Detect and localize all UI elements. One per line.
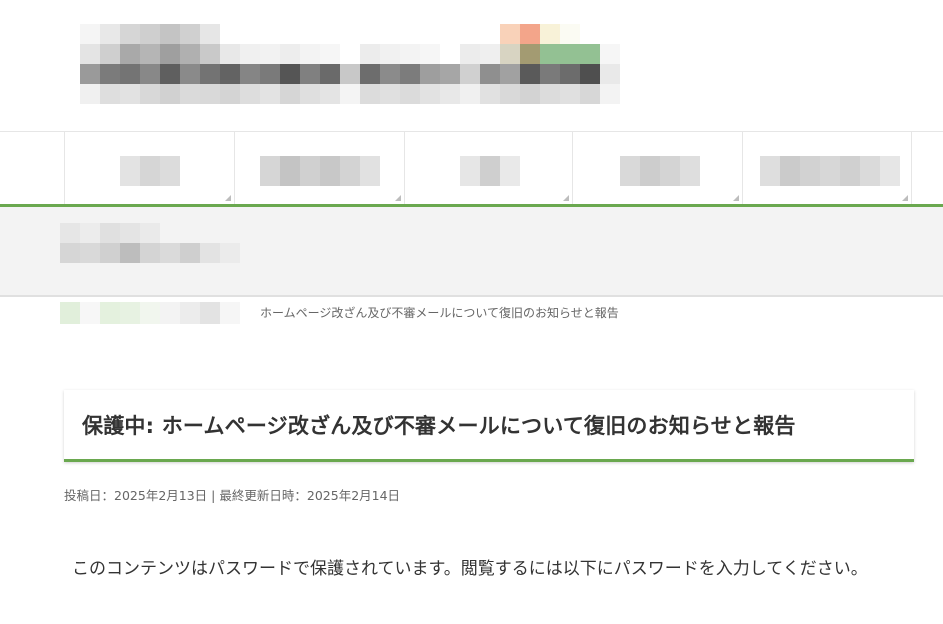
- nav-item-3-label: [460, 156, 520, 186]
- article-title-box: 保護中: ホームページ改ざん及び不審メールについて復旧のお知らせと報告: [64, 390, 914, 462]
- breadcrumb-current: ホームページ改ざん及び不審メールについて復旧のお知らせと報告: [260, 306, 619, 320]
- post-meta: 投稿日：2025年2月13日 | 最終更新日時：2025年2月14日: [64, 485, 400, 504]
- corner-indicator-icon: [733, 195, 739, 201]
- updated-date: 2025年2月14日: [306, 488, 401, 503]
- global-nav: [0, 131, 943, 205]
- updated-label: 最終更新日時：: [219, 488, 307, 503]
- posted-date: 2025年2月13日: [114, 488, 208, 503]
- posted-label: 投稿日：: [64, 488, 115, 503]
- corner-indicator-icon: [563, 195, 569, 201]
- page-header-title: [60, 223, 240, 263]
- article-title: 保護中: ホームページ改ざん及び不審メールについて復旧のお知らせと報告: [82, 414, 796, 438]
- nav-item-2[interactable]: [234, 132, 404, 205]
- nav-item-3[interactable]: [404, 132, 572, 205]
- meta-separator: |: [211, 488, 216, 503]
- nav-item-1-label: [120, 156, 180, 186]
- nav-item-5-label: [760, 156, 900, 186]
- nav-item-4-label: [620, 156, 700, 186]
- site-logo[interactable]: [80, 24, 620, 104]
- page-header-band: [0, 207, 943, 297]
- corner-indicator-icon: [902, 195, 908, 201]
- page: ホームページ改ざん及び不審メールについて復旧のお知らせと報告 保護中: ホームペ…: [0, 0, 943, 624]
- nav-item-5[interactable]: [742, 132, 912, 205]
- nav-item-2-label: [260, 156, 380, 186]
- breadcrumb-home-link[interactable]: [60, 302, 260, 324]
- password-protected-notice: このコンテンツはパスワードで保護されています。閲覧するには以下にパスワードを入力…: [72, 559, 868, 579]
- corner-indicator-icon: [395, 195, 401, 201]
- breadcrumb: ホームページ改ざん及び不審メールについて復旧のお知らせと報告: [60, 302, 619, 324]
- nav-item-1[interactable]: [64, 132, 234, 205]
- nav-item-4[interactable]: [572, 132, 742, 205]
- corner-indicator-icon: [225, 195, 231, 201]
